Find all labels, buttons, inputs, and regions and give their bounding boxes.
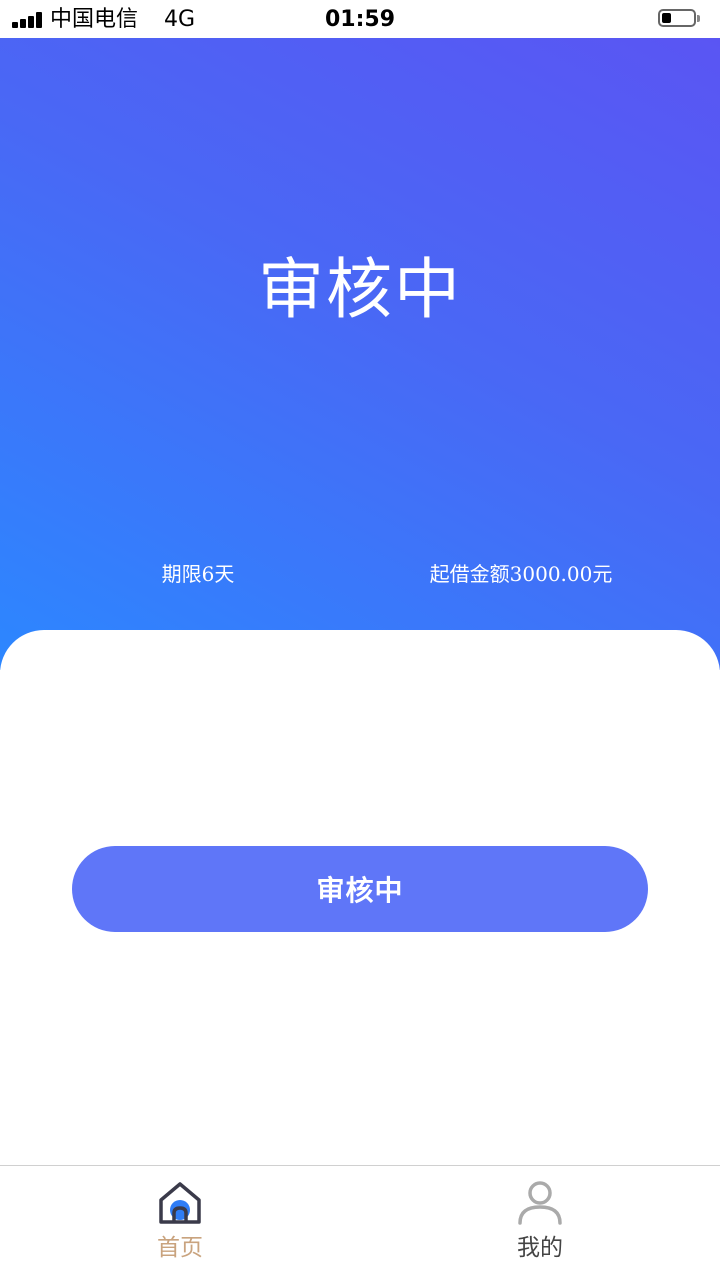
home-icon [159,1182,201,1224]
review-status-title: 审核中 [258,251,462,328]
bottom-tab-bar: 首页 我的 [0,1165,720,1280]
battery-icon [658,9,702,29]
tab-home-label: 首页 [157,1235,203,1261]
status-time: 01:59 [324,7,396,32]
hero-banner: 审核中 期限6天 起借金额3000.00元 [0,38,720,670]
tab-mine[interactable]: 我的 [360,1166,720,1280]
tab-home[interactable]: 首页 [0,1166,360,1280]
user-icon [518,1181,562,1225]
loan-amount: 起借金额3000.00元 [429,562,613,586]
status-bar: 中国电信 4G 01:59 [0,0,720,38]
app-screen: 中国电信 4G 01:59 审核中 期限6天 起借金额3000.00元 审核中 … [0,0,720,1280]
loan-term: 期限6天 [161,562,235,586]
review-status-button[interactable]: 审核中 [72,846,648,932]
content-panel: 审核中 [0,630,720,1165]
tab-mine-label: 我的 [517,1235,563,1261]
